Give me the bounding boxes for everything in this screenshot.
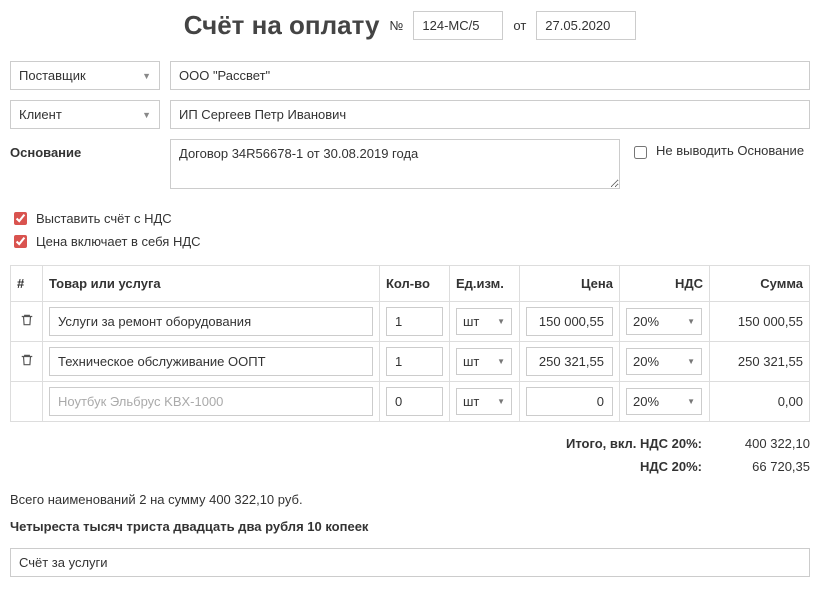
item-vat-value: 20%	[633, 394, 659, 409]
caret-down-icon: ▼	[687, 397, 695, 406]
item-unit-select[interactable]: шт ▼	[456, 348, 512, 375]
summary-line: Всего наименований 2 на сумму 400 322,10…	[10, 492, 810, 507]
caret-down-icon: ▼	[142, 71, 151, 81]
item-price-input[interactable]	[526, 347, 613, 376]
col-num: #	[11, 266, 43, 302]
client-role-select[interactable]: Клиент ▼	[10, 100, 160, 129]
basis-label: Основание	[10, 139, 160, 189]
total-label: Итого, вкл. НДС 20%:	[566, 436, 702, 451]
page-title: Счёт на оплату	[184, 10, 380, 41]
summary-words: Четыреста тысяч триста двадцать два рубл…	[10, 519, 810, 534]
vat-total-label: НДС 20%:	[640, 459, 702, 474]
note-input[interactable]	[10, 548, 810, 577]
hide-basis-label: Не выводить Основание	[656, 143, 804, 158]
price-includes-vat-label: Цена включает в себя НДС	[36, 234, 201, 249]
item-vat-value: 20%	[633, 354, 659, 369]
item-sum: 250 321,55	[710, 342, 810, 382]
table-row: шт ▼ 20% ▼ 250 321,55	[11, 342, 810, 382]
caret-down-icon: ▼	[142, 110, 151, 120]
items-table: # Товар или услуга Кол-во Ед.изм. Цена Н…	[10, 265, 810, 422]
client-role-label: Клиент	[19, 107, 62, 122]
basis-textarea[interactable]	[170, 139, 620, 189]
supplier-name-input[interactable]	[170, 61, 810, 90]
col-vat: НДС	[620, 266, 710, 302]
caret-down-icon: ▼	[497, 317, 505, 326]
item-name-input[interactable]	[49, 387, 373, 416]
item-price-input[interactable]	[526, 387, 613, 416]
item-name-input[interactable]	[49, 347, 373, 376]
caret-down-icon: ▼	[497, 397, 505, 406]
item-qty-input[interactable]	[386, 387, 443, 416]
col-item: Товар или услуга	[43, 266, 380, 302]
item-sum: 0,00	[710, 382, 810, 422]
total-value: 400 322,10	[720, 436, 810, 451]
item-unit-value: шт	[463, 394, 479, 409]
trash-icon[interactable]	[20, 313, 34, 327]
with-vat-checkbox[interactable]	[14, 212, 27, 225]
col-price: Цена	[520, 266, 620, 302]
invoice-number-input[interactable]	[413, 11, 503, 40]
item-sum: 150 000,55	[710, 302, 810, 342]
number-label: №	[389, 18, 403, 33]
item-unit-value: шт	[463, 314, 479, 329]
caret-down-icon: ▼	[497, 357, 505, 366]
supplier-role-label: Поставщик	[19, 68, 86, 83]
caret-down-icon: ▼	[687, 317, 695, 326]
item-unit-select[interactable]: шт ▼	[456, 388, 512, 415]
item-vat-select[interactable]: 20% ▼	[626, 348, 702, 375]
table-row: шт ▼ 20% ▼ 0,00	[11, 382, 810, 422]
client-name-input[interactable]	[170, 100, 810, 129]
supplier-role-select[interactable]: Поставщик ▼	[10, 61, 160, 90]
col-qty: Кол-во	[380, 266, 450, 302]
item-vat-select[interactable]: 20% ▼	[626, 388, 702, 415]
hide-basis-checkbox[interactable]	[634, 146, 647, 159]
item-qty-input[interactable]	[386, 347, 443, 376]
item-vat-value: 20%	[633, 314, 659, 329]
item-unit-value: шт	[463, 354, 479, 369]
item-name-input[interactable]	[49, 307, 373, 336]
table-row: шт ▼ 20% ▼ 150 000,55	[11, 302, 810, 342]
col-unit: Ед.изм.	[450, 266, 520, 302]
trash-icon[interactable]	[20, 353, 34, 367]
price-includes-vat-checkbox[interactable]	[14, 235, 27, 248]
item-qty-input[interactable]	[386, 307, 443, 336]
invoice-date-input[interactable]	[536, 11, 636, 40]
with-vat-label: Выставить счёт с НДС	[36, 211, 172, 226]
item-unit-select[interactable]: шт ▼	[456, 308, 512, 335]
item-vat-select[interactable]: 20% ▼	[626, 308, 702, 335]
item-price-input[interactable]	[526, 307, 613, 336]
vat-total-value: 66 720,35	[720, 459, 810, 474]
col-sum: Сумма	[710, 266, 810, 302]
caret-down-icon: ▼	[687, 357, 695, 366]
date-label: от	[513, 18, 526, 33]
